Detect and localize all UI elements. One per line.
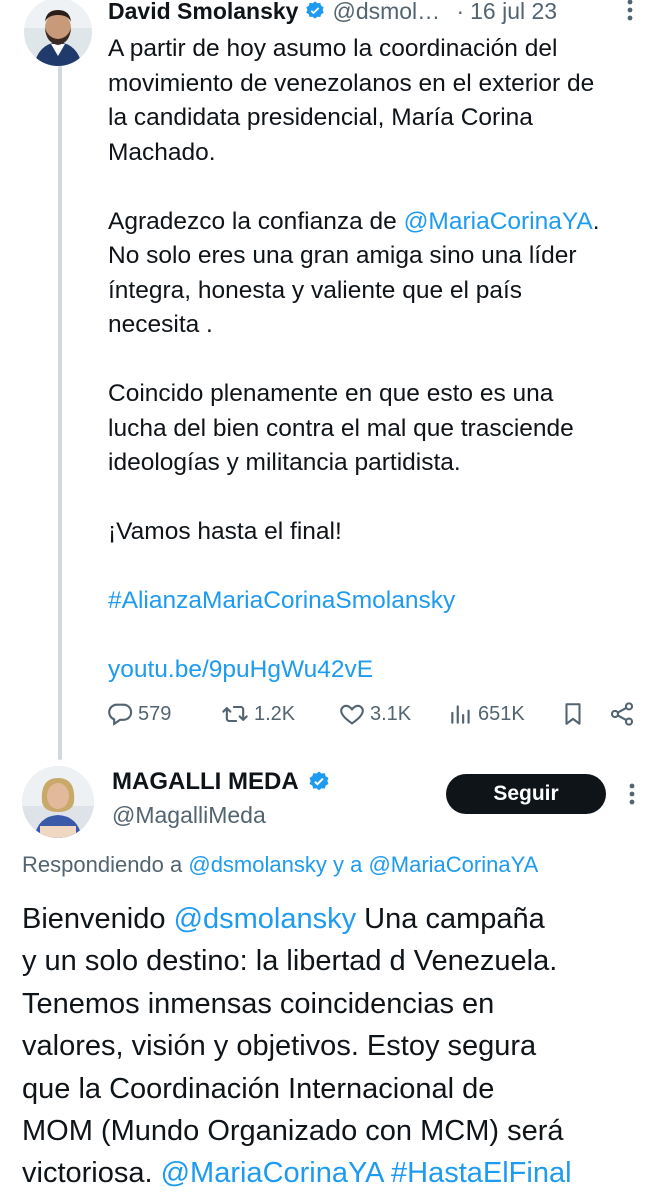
replying-to-label: Respondiendo a [22,852,189,877]
share-button[interactable] [608,696,636,732]
verified-badge-icon [307,770,331,794]
retweet-count: 1.2K [254,702,296,725]
follow-button[interactable]: Seguir [446,774,606,814]
tweet-action-bar: 579 1.2K 3.1K 651K [106,696,638,732]
reply-text [383,1157,391,1189]
reply-text: Bienvenido [22,903,174,935]
reply-author-name[interactable]: MAGALLI MEDA [112,768,299,796]
mention-link[interactable]: @MariaCorinaYA [161,1157,383,1189]
tweet-paragraph-2: Agradezco la confianza de @MariaCorinaYA… [108,205,638,343]
mention-link[interactable]: @MariaCorinaYA [368,852,538,877]
like-button[interactable]: 3.1K [338,696,411,732]
verified-badge-icon [304,0,326,22]
reply-icon [106,700,134,728]
mention-link[interactable]: @MariaCorinaYA [404,208,593,235]
reply-body: Bienvenido @dsmolansky Una campaña y un … [22,898,652,1195]
tweet-body: A partir de hoy asumo la coordinación de… [108,32,638,688]
more-icon[interactable] [622,782,642,813]
hashtag-link[interactable]: #AlianzaMariaCorinaSmolansky [108,584,638,619]
avatar-magalli-meda[interactable] [22,766,94,838]
views-icon [448,700,474,728]
replying-and: y a [326,852,369,877]
like-count: 3.1K [370,702,412,725]
tweet-text: Agradezco la confianza de [108,207,404,235]
bookmark-button[interactable] [560,696,586,732]
url-link[interactable]: youtu.be/9puHgWu42vE [108,653,638,688]
author-handle[interactable]: @dsmolansky [332,0,450,25]
share-icon [608,700,636,728]
bookmark-icon [560,700,586,728]
mention-link[interactable]: @dsmolansky [174,903,357,935]
author-name[interactable]: David Smolansky [108,0,298,25]
tweet-date[interactable]: 16 jul 23 [470,0,557,25]
tweet-header: David Smolansky @dsmolansky · 16 jul 23 [108,0,647,28]
retweet-icon [220,700,250,728]
separator-dot: · [456,0,465,24]
thread-line [58,66,62,760]
mention-link[interactable]: @dsmolansky [188,852,327,877]
tweet-paragraph-4: ¡Vamos hasta el final! [108,518,342,545]
reply-header: MAGALLI MEDA @MagalliMeda [112,768,331,829]
replying-to-line: Respondiendo a @dsmolansky y a @MariaCor… [22,852,538,878]
reply-author-handle[interactable]: @MagalliMeda [112,802,331,829]
views-button[interactable]: 651K [448,696,525,732]
more-icon[interactable] [620,0,640,29]
tweet-paragraph-3: Coincido plenamente en que esto es una l… [108,380,574,476]
retweet-button[interactable]: 1.2K [220,696,295,732]
reply-button[interactable]: 579 [106,696,171,732]
tweet-paragraph-1: A partir de hoy asumo la coordinación de… [108,35,595,166]
hashtag-link[interactable]: #HastaElFinal [391,1157,572,1189]
like-icon [338,700,366,728]
avatar-david-smolansky[interactable] [24,0,92,66]
views-count: 651K [478,702,525,725]
reply-count: 579 [138,702,172,725]
reply-text: Una campaña y un solo destino: la libert… [22,903,564,1190]
